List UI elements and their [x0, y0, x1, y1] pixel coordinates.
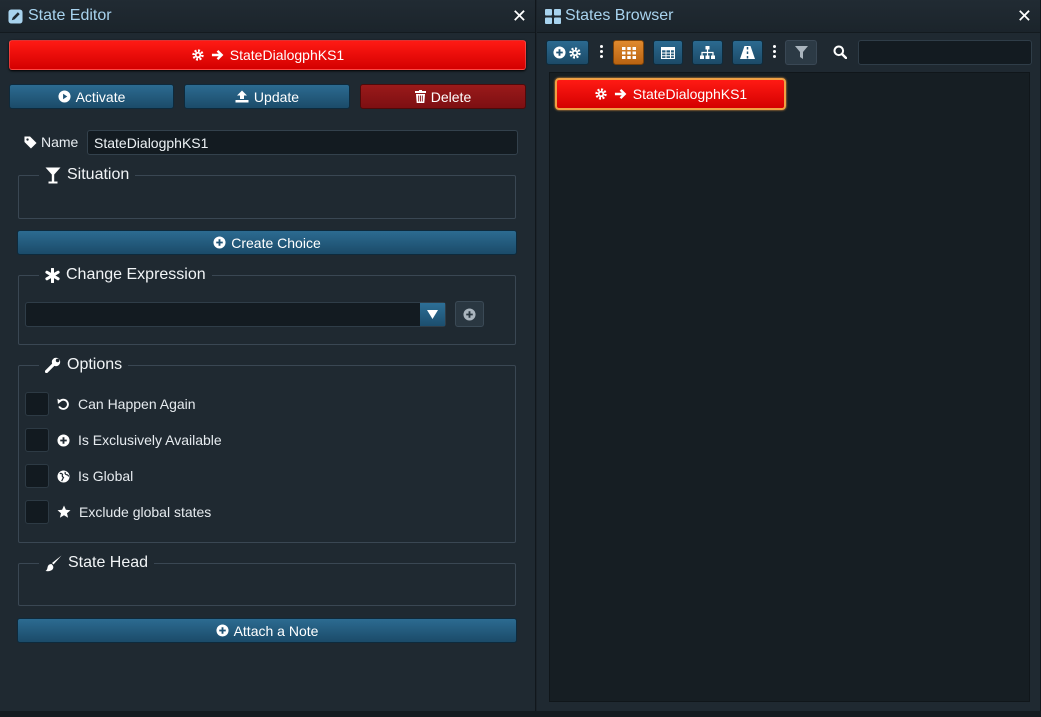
arrow-right-icon	[211, 49, 224, 61]
grid-view-button[interactable]	[613, 40, 644, 65]
option-label: Is Global	[78, 468, 134, 484]
add-state-button[interactable]	[546, 40, 589, 65]
more-options-icon[interactable]	[773, 45, 777, 58]
plus-circle-icon	[57, 433, 70, 447]
name-input-value: StateDialogphKS1	[94, 134, 209, 151]
state-node-label: StateDialogphKS1	[632, 86, 748, 102]
gear-icon	[191, 48, 205, 62]
attach-note-label: Attach a Note	[233, 622, 319, 639]
close-editor-button[interactable]: ✕	[512, 6, 527, 27]
arrow-right-icon	[614, 88, 627, 100]
grid-icon	[621, 46, 636, 59]
plus-circle-icon	[553, 46, 566, 59]
plus-circle-icon	[213, 236, 226, 249]
search-icon	[833, 45, 847, 59]
option-can-happen-again: Can Happen Again	[25, 392, 196, 416]
filter-icon	[794, 46, 808, 59]
option-label: Can Happen Again	[78, 396, 196, 412]
dropdown-arrow-icon[interactable]	[420, 303, 445, 326]
change-expression-select[interactable]	[25, 302, 446, 327]
asterisk-icon	[45, 267, 60, 283]
upload-icon	[235, 90, 249, 103]
tag-icon	[24, 135, 37, 149]
situation-legend-text: Situation	[67, 166, 130, 183]
situation-legend: Situation	[39, 166, 135, 184]
edit-icon	[8, 8, 23, 24]
hierarchy-view-button[interactable]	[692, 40, 723, 65]
filter-button[interactable]	[785, 40, 817, 65]
undo-icon	[57, 398, 70, 411]
create-choice-label: Create Choice	[231, 234, 321, 251]
option-is-global: Is Global	[25, 464, 133, 488]
state-head-legend: State Head	[39, 554, 154, 572]
trash-icon	[414, 90, 426, 103]
situation-group: Situation	[18, 166, 516, 219]
state-title-label: StateDialogphKS1	[229, 47, 345, 63]
option-label: Is Exclusively Available	[78, 432, 222, 448]
state-editor-panel: State Editor ✕ StateDialogphKS1 Activate…	[0, 0, 536, 717]
globe-icon	[57, 469, 70, 483]
state-editor-title: State Editor	[28, 7, 112, 24]
activate-button[interactable]: Activate	[9, 84, 174, 109]
change-expression-legend-text: Change Expression	[66, 266, 206, 283]
checkbox[interactable]	[25, 500, 49, 524]
close-browser-button[interactable]: ✕	[1017, 6, 1032, 27]
sitemap-icon	[700, 46, 715, 59]
states-browser-titlebar: States Browser ✕	[537, 0, 1040, 33]
update-button[interactable]: Update	[184, 84, 350, 109]
states-browser-panel: States Browser ✕ StateDialogphKS1	[537, 0, 1041, 717]
gear-icon	[594, 87, 608, 101]
option-label: Exclude global states	[79, 504, 212, 520]
gear-icon	[568, 46, 582, 60]
state-head-legend-text: State Head	[68, 554, 149, 571]
table-view-button[interactable]	[653, 40, 683, 65]
cocktail-icon	[45, 167, 61, 184]
option-is-exclusively-available: Is Exclusively Available	[25, 428, 222, 452]
name-field-label: Name	[24, 134, 78, 150]
table-icon	[661, 46, 675, 59]
paint-brush-icon	[45, 555, 62, 572]
delete-button[interactable]: Delete	[360, 84, 526, 109]
options-legend: Options	[39, 356, 128, 374]
play-circle-icon	[58, 90, 71, 103]
wrench-icon	[45, 357, 61, 373]
plus-circle-icon	[463, 307, 476, 321]
states-browser-title: States Browser	[565, 7, 674, 24]
update-label: Update	[253, 88, 300, 105]
checkbox[interactable]	[25, 428, 49, 452]
name-input[interactable]: StateDialogphKS1	[87, 130, 518, 155]
add-expression-button[interactable]	[455, 301, 484, 327]
name-label: Name	[41, 134, 79, 150]
checkbox[interactable]	[25, 392, 49, 416]
activate-label: Activate	[75, 88, 126, 105]
option-exclude-global-states: Exclude global states	[25, 500, 211, 524]
create-choice-button[interactable]: Create Choice	[17, 230, 517, 255]
checkbox[interactable]	[25, 464, 49, 488]
grid-window-icon	[545, 8, 561, 24]
state-node[interactable]: StateDialogphKS1	[555, 78, 786, 110]
star-icon	[57, 505, 71, 519]
attach-note-button[interactable]: Attach a Note	[17, 618, 517, 643]
delete-label: Delete	[430, 88, 472, 105]
state-editor-titlebar: State Editor ✕	[0, 0, 535, 33]
bottom-border	[0, 711, 1041, 717]
options-legend-text: Options	[67, 356, 123, 373]
states-canvas[interactable]: StateDialogphKS1	[549, 72, 1030, 702]
search-input[interactable]	[858, 40, 1032, 65]
state-head-group: State Head	[18, 554, 516, 606]
state-title-button[interactable]: StateDialogphKS1	[9, 40, 526, 70]
more-options-icon[interactable]	[600, 45, 604, 58]
road-view-button[interactable]	[732, 40, 763, 65]
plus-circle-icon	[216, 624, 229, 637]
change-expression-legend: Change Expression	[39, 266, 212, 284]
road-icon	[740, 46, 755, 59]
